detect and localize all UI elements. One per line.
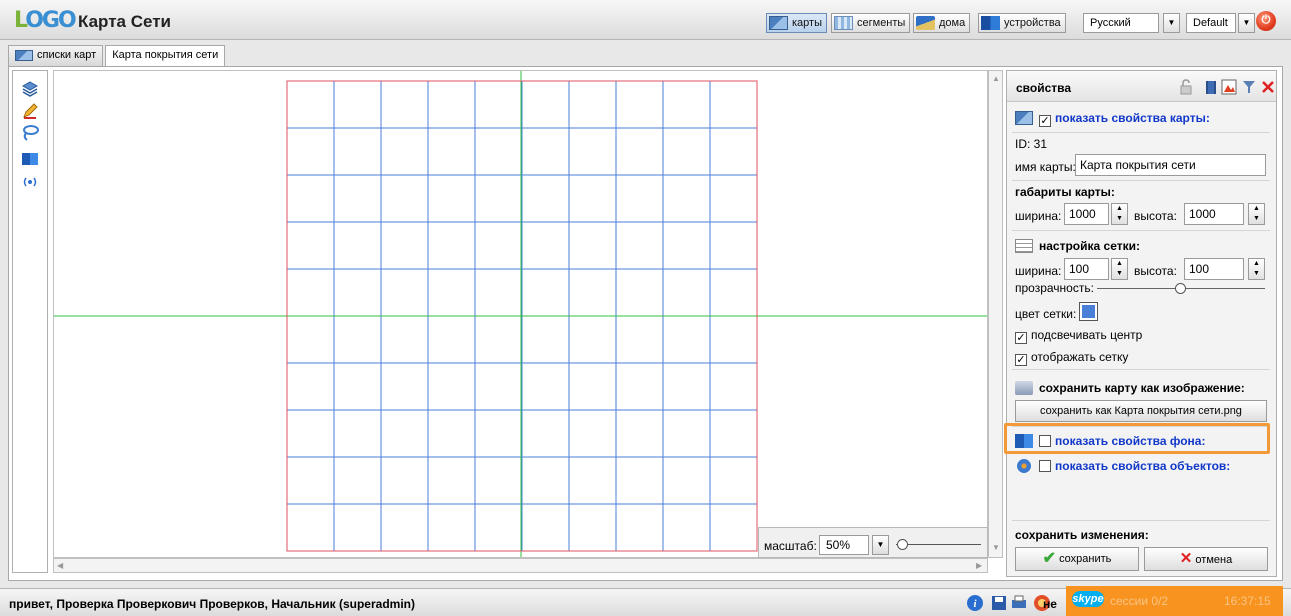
save-button[interactable]: ✔ сохранить [1015,547,1139,571]
picture-icon[interactable] [1221,79,1237,95]
map-width-label: ширина: [1015,209,1062,223]
app-title: Карта Сети [78,12,171,31]
save-changes-title: сохранить изменения: [1015,528,1149,542]
show-map-props-row[interactable]: ✓ показать свойства карты: [1015,111,1210,127]
tab-map-lists[interactable]: списки карт [8,45,104,66]
highlight-center-checkbox[interactable]: ✓ [1015,332,1027,344]
maps-icon [769,16,788,30]
highlight-center-row[interactable]: ✓ подсвечивать центр [1015,328,1142,344]
theme-select[interactable]: Default [1186,13,1236,33]
divider [1012,520,1270,521]
info-icon[interactable]: i [966,594,984,612]
grid-width-spinner[interactable]: ▲ ▼ [1111,258,1128,280]
language-select[interactable]: Русский [1083,13,1159,33]
devices-icon [981,16,1000,30]
horizontal-scrollbar[interactable]: ◀ ▶ [53,558,988,573]
map-width-spinner[interactable]: ▲ ▼ [1111,203,1128,225]
save-as-image-button[interactable]: сохранить как Карта покрытия сети.png [1015,400,1267,422]
tab-coverage-map[interactable]: Карта покрытия сети [105,45,226,67]
save-image-title: сохранить карту как изображение: [1015,381,1245,395]
grid-color-label: цвет сетки: [1015,307,1077,321]
map-canvas[interactable] [53,70,988,558]
unlock-icon[interactable] [1178,79,1194,95]
tab-bar: списки карт Карта покрытия сети [8,45,227,67]
header: LOGO Карта Сети карты сегменты дома устр… [0,0,1291,40]
grid-width-label: ширина: [1015,264,1062,278]
skype-notification[interactable]: skype сессии 0/2 16:37:15 [1066,586,1283,616]
cancel-button[interactable]: ✕ отмена [1144,547,1268,571]
nav-houses-button[interactable]: дома [913,13,971,33]
properties-header: свойства [1007,71,1276,102]
scanner-icon [1015,381,1033,395]
house-icon [916,16,935,30]
grid-settings-title: настройка сетки: [1015,239,1140,253]
session-count: сессии 0/2 [1110,594,1169,608]
map-name-input[interactable]: Карта покрытия сети [1075,154,1266,176]
tool-palette [12,70,48,573]
grid-width-input[interactable]: 100 [1064,258,1109,280]
cross-icon: ✕ [1179,550,1193,567]
map-height-spinner[interactable]: ▲ ▼ [1248,203,1265,225]
pencil-icon[interactable] [21,102,39,120]
focus-highlight [1004,423,1270,454]
maps-icon [15,50,33,61]
map-height-input[interactable]: 1000 [1184,203,1244,225]
divider [1012,230,1270,231]
filter-icon[interactable] [1241,79,1257,95]
show-map-props-checkbox[interactable]: ✓ [1039,115,1051,127]
language-dropdown-arrow[interactable]: ▼ [1163,13,1180,33]
power-icon[interactable]: ⏻ [1256,11,1276,31]
segments-icon [834,16,853,30]
nav-devices-button[interactable]: устройства [978,13,1066,33]
signal-icon[interactable] [21,173,39,191]
grid-height-label: высота: [1134,264,1177,278]
theme-dropdown-arrow[interactable]: ▼ [1238,13,1255,33]
divider [1012,180,1270,181]
image-icon[interactable] [21,150,39,168]
zoom-slider-knob[interactable] [897,539,908,550]
nav-maps-button[interactable]: карты [766,13,827,33]
opacity-label: прозрачность: [1015,281,1094,295]
print-icon[interactable] [1010,594,1028,612]
show-grid-checkbox[interactable]: ✓ [1015,354,1027,366]
grid-icon [1015,239,1033,253]
grid-height-input[interactable]: 100 [1184,258,1244,280]
greeting-text: привет, Проверка Проверкович Проверков, … [9,597,415,611]
grid-color-picker[interactable] [1079,302,1098,321]
layers-icon[interactable] [21,80,39,98]
zoom-control: масштаб: 50% ▼ [758,527,988,558]
maps-icon [1015,111,1033,125]
checkmark-icon: ✔ [1042,550,1056,567]
show-objects-props-row[interactable]: показать свойства объектов: [1015,459,1230,473]
zoom-select[interactable]: 50% [819,535,869,555]
nav-segments-button[interactable]: сегменты [831,13,911,33]
divider [1012,132,1270,133]
zoom-dropdown-arrow[interactable]: ▼ [872,535,889,555]
vertical-scrollbar[interactable]: ▲ ▼ [988,70,1003,558]
map-grid [54,71,987,557]
properties-title: свойства [1016,81,1072,95]
divider [1012,369,1270,370]
close-icon[interactable] [1260,79,1276,95]
lasso-icon[interactable] [21,124,39,142]
zoom-label: масштаб: [764,539,817,553]
show-objects-props-checkbox[interactable] [1039,460,1051,472]
save-disk-icon[interactable] [990,594,1008,612]
show-grid-row[interactable]: ✓ отображать сетку [1015,350,1128,366]
map-name-label: имя карты: [1015,160,1076,174]
zoom-slider-track[interactable] [896,544,981,545]
app-logo: LOGO [14,8,77,33]
map-height-label: высота: [1134,209,1177,223]
book-icon[interactable] [1203,79,1219,95]
objects-icon [1015,459,1033,473]
status-text: не [1043,597,1057,611]
map-width-input[interactable]: 1000 [1064,203,1109,225]
opacity-slider-knob[interactable] [1175,283,1186,294]
properties-panel: свойства ✓ показать свойства карты: ID: 3… [1006,70,1277,577]
grid-height-spinner[interactable]: ▲ ▼ [1248,258,1265,280]
clock: 16:37:15 [1224,594,1271,608]
map-dimensions-title: габариты карты: [1015,185,1115,199]
skype-logo: skype [1072,591,1104,607]
map-id: ID: 31 [1015,137,1048,151]
